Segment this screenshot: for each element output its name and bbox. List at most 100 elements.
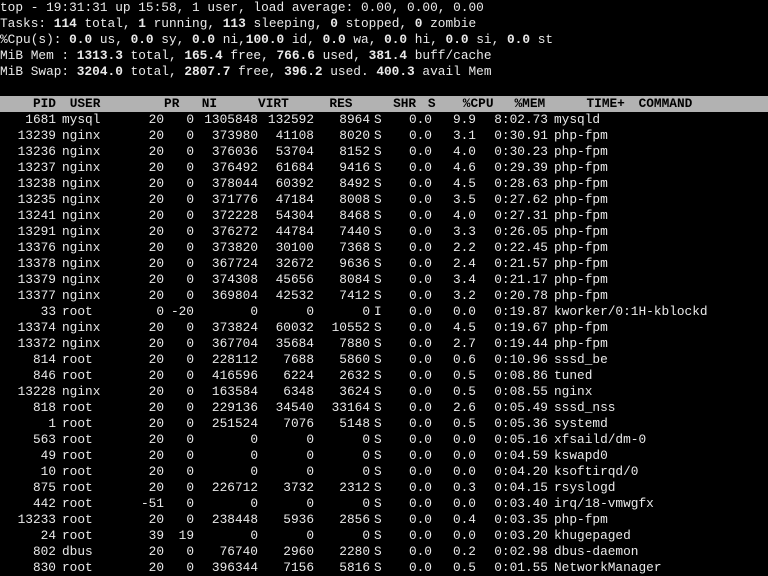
- cell-virt: 0: [194, 528, 258, 544]
- cell-mem: 3.4: [432, 272, 476, 288]
- cell-ni: 0: [164, 432, 194, 448]
- cell-virt: 0: [194, 432, 258, 448]
- cell-user: mysql: [56, 112, 134, 128]
- cell-user: nginx: [56, 288, 134, 304]
- cell-res: 30100: [258, 240, 314, 256]
- cell-ni: -20: [164, 304, 194, 320]
- cell-pr: 20: [134, 384, 164, 400]
- cell-s: S: [370, 320, 388, 336]
- cell-mem: 4.5: [432, 320, 476, 336]
- cell-command: sssd_be: [548, 352, 754, 368]
- process-row: 13239nginx200373980411088020S0.03.10:30.…: [0, 128, 768, 144]
- cell-user: root: [56, 304, 134, 320]
- cell-virt: 374308: [194, 272, 258, 288]
- cell-res: 0: [258, 304, 314, 320]
- cell-virt: 0: [194, 304, 258, 320]
- cell-virt: 367704: [194, 336, 258, 352]
- cell-time: 0:27.31: [476, 208, 548, 224]
- summary-line-cpu: %Cpu(s): 0.0 us, 0.0 sy, 0.0 ni,100.0 id…: [0, 32, 768, 48]
- process-row: 13379nginx200374308456568084S0.03.40:21.…: [0, 272, 768, 288]
- cell-res: 34540: [258, 400, 314, 416]
- cell-pr: 20: [134, 192, 164, 208]
- cell-command: rsyslogd: [548, 480, 754, 496]
- cell-time: 0:19.87: [476, 304, 548, 320]
- col-header-command: COMMAND: [633, 96, 768, 112]
- cell-mem: 3.5: [432, 192, 476, 208]
- cell-mem: 4.5: [432, 176, 476, 192]
- cell-mem: 3.3: [432, 224, 476, 240]
- cell-ni: 0: [164, 544, 194, 560]
- cell-shr: 8492: [314, 176, 370, 192]
- cell-cpu: 0.0: [388, 448, 432, 464]
- cell-pr: 20: [134, 400, 164, 416]
- cell-cpu: 0.0: [388, 560, 432, 576]
- cell-mem: 0.0: [432, 464, 476, 480]
- cell-res: 7076: [258, 416, 314, 432]
- cell-shr: 2856: [314, 512, 370, 528]
- cell-user: root: [56, 512, 134, 528]
- cell-shr: 33164: [314, 400, 370, 416]
- cell-shr: 7412: [314, 288, 370, 304]
- cell-pr: 20: [134, 176, 164, 192]
- cell-s: S: [370, 288, 388, 304]
- cell-pid: 442: [0, 496, 56, 512]
- cell-s: S: [370, 128, 388, 144]
- cell-mem: 9.9: [432, 112, 476, 128]
- cell-user: nginx: [56, 336, 134, 352]
- cell-time: 0:05.36: [476, 416, 548, 432]
- cell-shr: 5816: [314, 560, 370, 576]
- cell-cpu: 0.0: [388, 208, 432, 224]
- cell-command: php-fpm: [548, 176, 754, 192]
- cell-mem: 3.1: [432, 128, 476, 144]
- cell-mem: 2.6: [432, 400, 476, 416]
- process-row: 13237nginx200376492616849416S0.04.60:29.…: [0, 160, 768, 176]
- cell-res: 5936: [258, 512, 314, 528]
- cell-mem: 4.6: [432, 160, 476, 176]
- cell-pr: 20: [134, 128, 164, 144]
- cell-command: php-fpm: [548, 288, 754, 304]
- col-header-ni: NI: [187, 96, 217, 112]
- process-row: 1681mysql20013058481325928964S0.09.98:02…: [0, 112, 768, 128]
- cell-pr: 20: [134, 544, 164, 560]
- summary-line-tasks: Tasks: 114 total, 1 running, 113 sleepin…: [0, 16, 768, 32]
- cell-time: 0:08.55: [476, 384, 548, 400]
- cell-shr: 7880: [314, 336, 370, 352]
- cell-mem: 4.0: [432, 144, 476, 160]
- process-row: 13238nginx200378044603928492S0.04.50:28.…: [0, 176, 768, 192]
- cell-virt: 228112: [194, 352, 258, 368]
- cell-pid: 13372: [0, 336, 56, 352]
- cell-res: 0: [258, 528, 314, 544]
- cell-virt: 0: [194, 448, 258, 464]
- cell-user: nginx: [56, 320, 134, 336]
- cell-command: php-fpm: [548, 144, 754, 160]
- col-header-cpu: %CPU: [450, 96, 494, 112]
- cell-shr: 0: [314, 304, 370, 320]
- cell-ni: 0: [164, 272, 194, 288]
- col-header-shr: SHR: [360, 96, 416, 112]
- cell-cpu: 0.0: [388, 256, 432, 272]
- cell-ni: 0: [164, 368, 194, 384]
- cell-shr: 7368: [314, 240, 370, 256]
- cell-res: 54304: [258, 208, 314, 224]
- cell-pr: 20: [134, 368, 164, 384]
- cell-user: nginx: [56, 144, 134, 160]
- cell-virt: 163584: [194, 384, 258, 400]
- process-row: 13376nginx200373820301007368S0.02.20:22.…: [0, 240, 768, 256]
- cell-ni: 0: [164, 416, 194, 432]
- column-header-row: PID USER PR NI VIRT RES SHR S %CPU %MEM …: [0, 96, 768, 112]
- col-header-pid: PID: [0, 96, 56, 112]
- cell-s: S: [370, 192, 388, 208]
- cell-cpu: 0.0: [388, 544, 432, 560]
- cell-virt: 76740: [194, 544, 258, 560]
- cell-cpu: 0.0: [388, 176, 432, 192]
- cell-time: 0:20.78: [476, 288, 548, 304]
- process-row: 814root20022811276885860S0.00.60:10.96ss…: [0, 352, 768, 368]
- process-row: 1root20025152470765148S0.00.50:05.36syst…: [0, 416, 768, 432]
- cell-cpu: 0.0: [388, 416, 432, 432]
- cell-pr: 20: [134, 432, 164, 448]
- cell-mem: 0.5: [432, 368, 476, 384]
- cell-shr: 5860: [314, 352, 370, 368]
- cell-pr: 20: [134, 208, 164, 224]
- cell-cpu: 0.0: [388, 480, 432, 496]
- cell-s: S: [370, 464, 388, 480]
